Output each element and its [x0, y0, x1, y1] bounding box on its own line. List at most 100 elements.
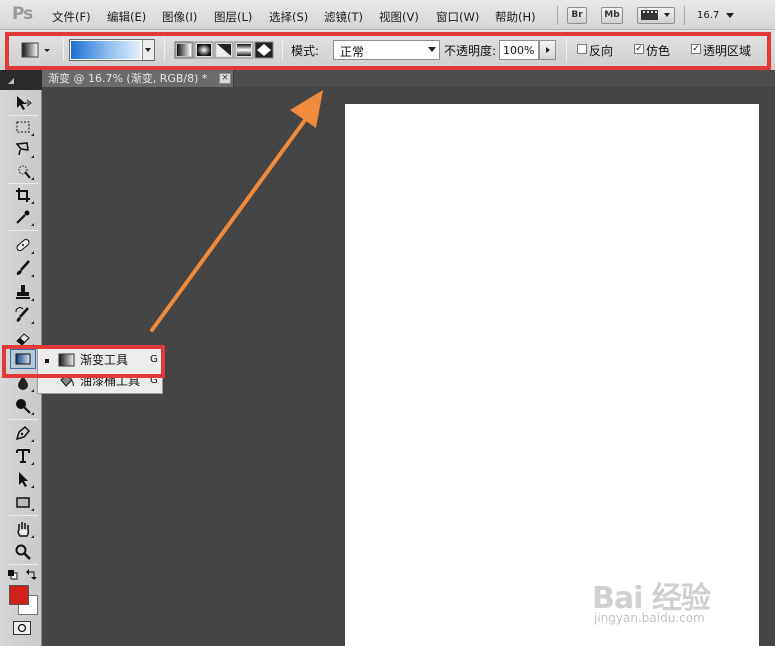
- menu-image[interactable]: 图像(I): [162, 9, 197, 25]
- magic-wand-icon: [18, 165, 31, 179]
- photoshop-logo: Ps: [12, 4, 33, 24]
- gradient-tool[interactable]: [10, 349, 36, 369]
- gradient-preview[interactable]: [71, 41, 141, 59]
- shape-tool[interactable]: [10, 492, 36, 512]
- dither-checkbox[interactable]: ✓: [634, 44, 644, 54]
- blur-tool[interactable]: [10, 373, 36, 393]
- bridge-button[interactable]: Br: [567, 7, 587, 24]
- crop-icon: [16, 188, 30, 202]
- options-separator: [164, 38, 165, 61]
- hand-tool[interactable]: [10, 519, 36, 539]
- gradient-icon: [58, 353, 75, 367]
- gradient-picker[interactable]: [69, 39, 155, 61]
- flyout-item-gradient-tool[interactable]: 渐变工具 G: [38, 349, 162, 371]
- pen-tool[interactable]: [10, 423, 36, 443]
- menu-bar: Ps 文件(F) 编辑(E) 图像(I) 图层(L) 选择(S) 滤镜(T) 视…: [0, 0, 775, 30]
- move-tool[interactable]: [10, 93, 36, 113]
- quick-selection-tool[interactable]: [10, 161, 36, 181]
- dither-label: 仿色: [646, 44, 671, 58]
- chevron-right-icon: [546, 47, 550, 53]
- clone-stamp-tool[interactable]: [10, 282, 36, 302]
- mini-bridge-button[interactable]: Mb: [601, 7, 623, 24]
- rectangular-marquee-icon: [16, 121, 30, 133]
- view-extras-button[interactable]: [637, 7, 675, 24]
- foreground-color-swatch[interactable]: [9, 585, 29, 605]
- flyout-item-label: 油漆桶工具: [80, 374, 141, 388]
- tool-preset-picker[interactable]: [18, 39, 56, 61]
- reflected-gradient-button[interactable]: [234, 41, 254, 59]
- diamond-gradient-button[interactable]: [254, 41, 274, 59]
- chevron-down-icon: [428, 47, 436, 52]
- history-brush-tool[interactable]: [10, 305, 36, 325]
- opacity-input[interactable]: 100%: [499, 40, 539, 60]
- lasso-tool[interactable]: [10, 139, 36, 159]
- film-strip-icon: [641, 10, 670, 20]
- chevron-down-icon[interactable]: [725, 12, 735, 19]
- polygonal-lasso-icon: [15, 142, 29, 156]
- type-tool[interactable]: [10, 446, 36, 466]
- tool-separator: [8, 515, 38, 516]
- arrow-head: [290, 90, 323, 128]
- menu-file[interactable]: 文件(F): [52, 9, 91, 25]
- menu-separator: [684, 6, 685, 25]
- flyout-item-paint-bucket-tool[interactable]: 油漆桶工具 G: [38, 370, 162, 392]
- transparency-label: 透明区域: [703, 44, 752, 58]
- zoom-level[interactable]: 16.7: [697, 10, 719, 21]
- hand-icon: [17, 522, 30, 537]
- pen-icon: [15, 425, 31, 441]
- marquee-tool[interactable]: [10, 117, 36, 137]
- default-colors-button[interactable]: [8, 569, 18, 580]
- mode-select[interactable]: 正常: [333, 40, 440, 60]
- mode-label: 模式:: [291, 44, 320, 58]
- mode-value: 正常: [340, 45, 365, 59]
- tool-separator: [8, 564, 38, 565]
- tool-separator: [8, 183, 38, 184]
- menu-layer[interactable]: 图层(L): [214, 9, 252, 25]
- gradient-icon: [15, 353, 31, 365]
- history-brush-icon: [15, 307, 29, 322]
- move-icon: [17, 96, 32, 110]
- opacity-slider-button[interactable]: [539, 40, 556, 60]
- tools-panel-header[interactable]: [0, 70, 42, 90]
- magnifier-icon: [15, 544, 31, 560]
- crop-tool[interactable]: [10, 185, 36, 205]
- tool-separator: [8, 230, 38, 231]
- menu-select[interactable]: 选择(S): [269, 9, 308, 25]
- opacity-label: 不透明度:: [444, 44, 497, 58]
- dodge-icon: [16, 399, 31, 414]
- reverse-checkbox[interactable]: [577, 44, 587, 54]
- options-separator: [63, 38, 64, 61]
- brush-tool[interactable]: [10, 258, 36, 278]
- tools-panel: [0, 90, 42, 646]
- collapse-panel-icon: [8, 78, 14, 84]
- options-separator: [566, 38, 567, 61]
- rectangle-shape-icon: [16, 497, 30, 508]
- zoom-tool[interactable]: [10, 542, 36, 562]
- path-selection-tool[interactable]: [10, 469, 36, 489]
- annotation-arrow: [150, 90, 323, 332]
- angle-gradient-button[interactable]: [214, 41, 234, 59]
- stamp-icon: [16, 285, 30, 299]
- healing-brush-tool[interactable]: [10, 235, 36, 255]
- menu-filter[interactable]: 滤镜(T): [324, 9, 363, 25]
- linear-gradient-button[interactable]: [174, 41, 194, 59]
- gradient-dropdown[interactable]: [142, 40, 154, 60]
- eraser-tool[interactable]: [10, 328, 36, 348]
- menu-help[interactable]: 帮助(H): [495, 9, 536, 25]
- default-colors-icon: [8, 570, 18, 580]
- options-bar: 模式: 正常 不透明度: 100% 反向 ✓ 仿色 ✓ 透明区域: [0, 30, 775, 70]
- tool-separator: [8, 419, 38, 420]
- dodge-tool[interactable]: [10, 396, 36, 416]
- swap-colors-button[interactable]: [26, 569, 37, 580]
- menu-edit[interactable]: 编辑(E): [107, 9, 146, 25]
- menu-window[interactable]: 窗口(W): [436, 9, 479, 25]
- quick-mask-button[interactable]: [13, 621, 31, 635]
- menu-view[interactable]: 视图(V): [379, 9, 419, 25]
- eraser-icon: [16, 333, 30, 346]
- tool-flyout-menu: 渐变工具 G 油漆桶工具 G: [37, 347, 163, 394]
- eyedropper-tool[interactable]: [10, 207, 36, 227]
- transparency-checkbox[interactable]: ✓: [691, 44, 701, 54]
- flyout-item-shortcut: G: [150, 354, 158, 365]
- active-bullet: [45, 359, 49, 363]
- radial-gradient-button[interactable]: [194, 41, 214, 59]
